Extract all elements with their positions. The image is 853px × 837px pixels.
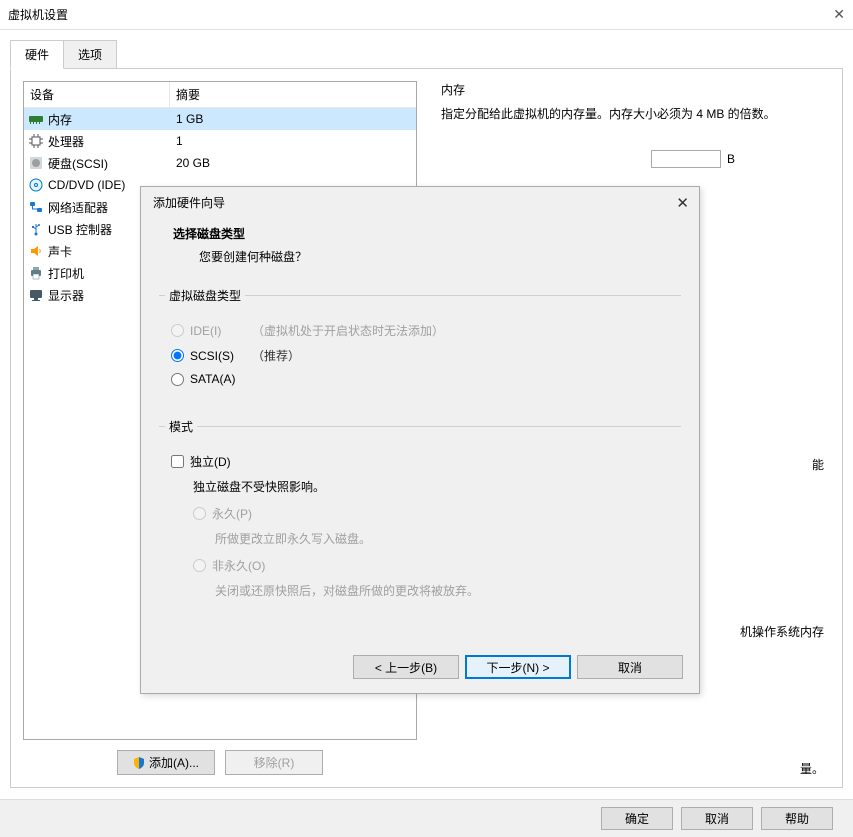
radio-persistent: 永久(P) bbox=[193, 505, 675, 522]
mode-group: 模式 独立(D) 独立磁盘不受快照影响。 永久(P) 所做更改立即永久写入磁盘。… bbox=[159, 418, 681, 623]
radio-sata-label: SATA(A) bbox=[190, 372, 246, 386]
wizard-titlebar: 添加硬件向导 ✕ bbox=[141, 187, 699, 217]
device-name: 打印机 bbox=[48, 265, 84, 282]
usb-icon bbox=[28, 221, 44, 237]
tab-hardware[interactable]: 硬件 bbox=[10, 40, 64, 69]
mode-legend: 模式 bbox=[165, 418, 197, 435]
radio-scsi-label: SCSI(S) bbox=[190, 349, 246, 363]
wizard-next-button[interactable]: 下一步(N) > bbox=[465, 655, 571, 679]
radio-nonpersistent-label: 非永久(O) bbox=[212, 557, 265, 574]
device-summary: 1 bbox=[170, 134, 416, 148]
radio-ide-label: IDE(I) bbox=[190, 324, 246, 338]
partial-text-3: 量。 bbox=[441, 760, 824, 777]
cd-icon bbox=[28, 177, 44, 193]
memory-unit-partial: B bbox=[727, 152, 824, 166]
display-icon bbox=[28, 287, 44, 303]
device-summary: 20 GB bbox=[170, 156, 416, 170]
disk-type-legend: 虚拟磁盘类型 bbox=[165, 287, 245, 304]
add-hardware-wizard: 添加硬件向导 ✕ 选择磁盘类型 您要创建何种磁盘？ 虚拟磁盘类型 IDE(I) … bbox=[140, 186, 700, 694]
wizard-title-text: 添加硬件向导 bbox=[153, 194, 225, 211]
device-table-header: 设备 摘要 bbox=[24, 82, 416, 108]
nonpersistent-desc: 关闭或还原快照后，对磁盘所做的更改将被放弃。 bbox=[215, 582, 675, 599]
add-button-label: 添加(A)... bbox=[149, 754, 199, 771]
wizard-cancel-button[interactable]: 取消 bbox=[577, 655, 683, 679]
table-row[interactable]: 内存 1 GB bbox=[24, 108, 416, 130]
device-name: 网络适配器 bbox=[48, 199, 108, 216]
table-row[interactable]: 处理器 1 bbox=[24, 130, 416, 152]
disk-icon bbox=[28, 155, 44, 171]
window-title: 虚拟机设置 bbox=[8, 6, 68, 23]
device-name: 内存 bbox=[48, 111, 72, 128]
wizard-header-title: 选择磁盘类型 bbox=[173, 225, 667, 242]
remove-button-label: 移除(R) bbox=[254, 754, 295, 771]
checkbox-independent-input[interactable] bbox=[171, 455, 184, 468]
independent-desc: 独立磁盘不受快照影响。 bbox=[193, 478, 675, 495]
sound-icon bbox=[28, 243, 44, 259]
device-name: 硬盘(SCSI) bbox=[48, 155, 108, 172]
device-name: 显示器 bbox=[48, 287, 84, 304]
device-name: CD/DVD (IDE) bbox=[48, 178, 125, 192]
cpu-icon bbox=[28, 133, 44, 149]
tab-options[interactable]: 选项 bbox=[63, 40, 117, 69]
radio-scsi[interactable]: SCSI(S) （推荐） bbox=[171, 347, 675, 364]
tab-strip: 硬件 选项 bbox=[10, 40, 853, 69]
radio-scsi-hint: （推荐） bbox=[252, 347, 300, 364]
radio-nonpersistent: 非永久(O) bbox=[193, 557, 675, 574]
radio-sata-input[interactable] bbox=[171, 373, 184, 386]
wizard-close-icon[interactable]: ✕ bbox=[676, 194, 689, 212]
titlebar: 虚拟机设置 ✕ bbox=[0, 0, 853, 30]
disk-type-group: 虚拟磁盘类型 IDE(I) （虚拟机处于开启状态时无法添加） SCSI(S) （… bbox=[159, 287, 681, 408]
device-name: 声卡 bbox=[48, 243, 72, 260]
radio-scsi-input[interactable] bbox=[171, 349, 184, 362]
radio-ide: IDE(I) （虚拟机处于开启状态时无法添加） bbox=[171, 322, 675, 339]
cancel-button[interactable]: 取消 bbox=[681, 807, 753, 830]
help-button[interactable]: 帮助 bbox=[761, 807, 833, 830]
device-name: USB 控制器 bbox=[48, 221, 112, 238]
ok-button[interactable]: 确定 bbox=[601, 807, 673, 830]
wizard-body: 虚拟磁盘类型 IDE(I) （虚拟机处于开启状态时无法添加） SCSI(S) （… bbox=[141, 279, 699, 623]
radio-sata[interactable]: SATA(A) bbox=[171, 372, 675, 386]
printer-icon bbox=[28, 265, 44, 281]
checkbox-independent[interactable]: 独立(D) bbox=[171, 453, 675, 470]
detail-heading: 内存 bbox=[441, 81, 824, 98]
memory-spinner-partial[interactable] bbox=[651, 150, 721, 168]
radio-persistent-input bbox=[193, 507, 206, 520]
wizard-back-button[interactable]: < 上一步(B) bbox=[353, 655, 459, 679]
persistent-desc: 所做更改立即永久写入磁盘。 bbox=[215, 530, 675, 547]
wizard-header: 选择磁盘类型 您要创建何种磁盘？ bbox=[141, 217, 699, 279]
radio-persistent-label: 永久(P) bbox=[212, 505, 252, 522]
device-summary: 1 GB bbox=[170, 112, 416, 126]
wizard-header-subtitle: 您要创建何种磁盘？ bbox=[173, 248, 667, 265]
checkbox-independent-label: 独立(D) bbox=[190, 453, 231, 470]
radio-ide-input bbox=[171, 324, 184, 337]
remove-hardware-button: 移除(R) bbox=[225, 750, 323, 775]
radio-nonpersistent-input bbox=[193, 559, 206, 572]
network-icon bbox=[28, 199, 44, 215]
close-icon[interactable]: ✕ bbox=[833, 6, 845, 23]
shield-icon bbox=[133, 757, 145, 769]
dialog-footer: 确定 取消 帮助 bbox=[0, 799, 853, 837]
detail-text: 指定分配给此虚拟机的内存量。内存大小必须为 4 MB 的倍数。 bbox=[441, 104, 824, 124]
col-header-device[interactable]: 设备 bbox=[24, 82, 170, 107]
add-hardware-button[interactable]: 添加(A)... bbox=[117, 750, 215, 775]
hardware-buttons: 添加(A)... 移除(R) bbox=[23, 750, 417, 775]
device-name: 处理器 bbox=[48, 133, 84, 150]
radio-ide-hint: （虚拟机处于开启状态时无法添加） bbox=[252, 322, 444, 339]
table-row[interactable]: 硬盘(SCSI) 20 GB bbox=[24, 152, 416, 174]
wizard-footer: < 上一步(B) 下一步(N) > 取消 bbox=[353, 655, 683, 679]
col-header-summary[interactable]: 摘要 bbox=[170, 82, 416, 107]
memory-icon bbox=[28, 111, 44, 127]
